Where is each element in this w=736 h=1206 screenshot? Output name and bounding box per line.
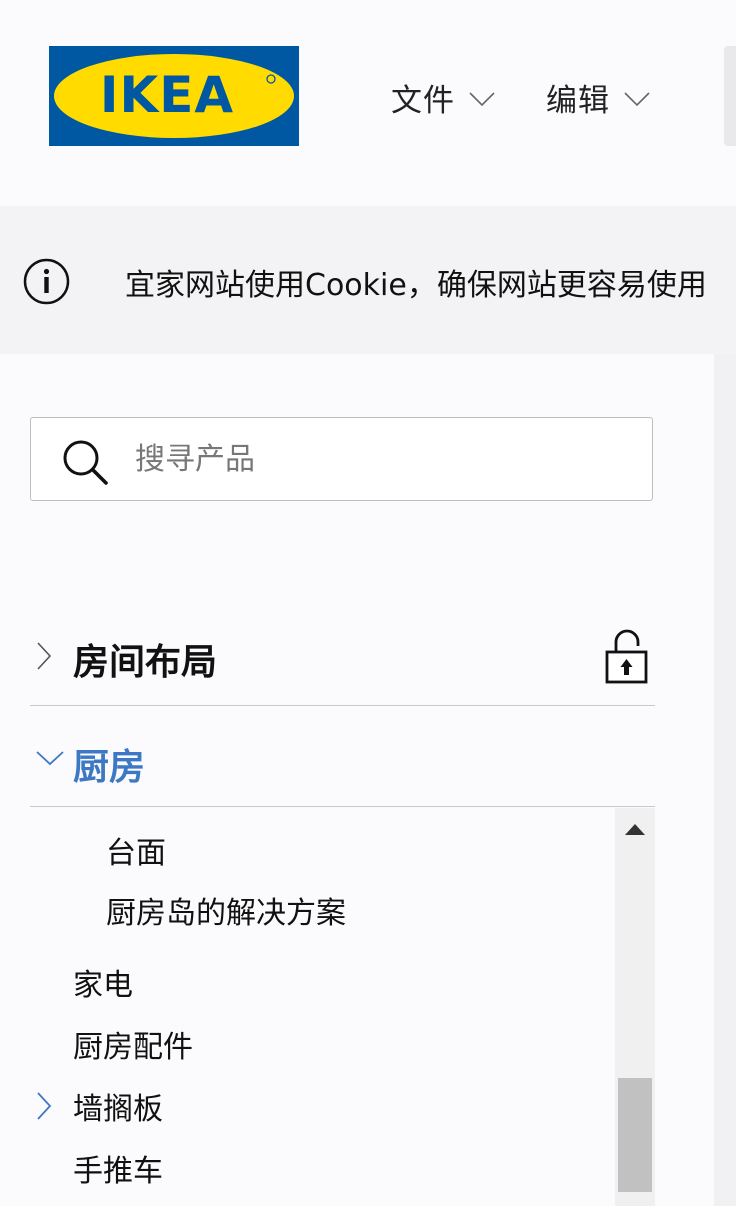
menu-file[interactable]: 文件	[391, 72, 495, 122]
chevron-right-icon	[36, 642, 52, 674]
scrollbar-thumb[interactable]	[618, 1078, 652, 1192]
nav-item-kitchen-label: 厨房	[73, 747, 146, 788]
list-item-kitchen-accessories[interactable]: 厨房配件	[73, 1022, 193, 1066]
search-box[interactable]	[30, 417, 653, 501]
list-item-appliances[interactable]: 家电	[73, 960, 133, 1004]
nav-item-room-layout[interactable]: 房间布局	[30, 606, 655, 706]
chevron-right-icon[interactable]	[36, 1092, 52, 1124]
list-item-wall-shelves[interactable]: 墙搁板	[73, 1084, 163, 1128]
panel-edge	[714, 354, 736, 1206]
search-icon[interactable]	[61, 438, 111, 488]
top-bar: IKEA 文件 编辑	[0, 0, 736, 206]
divider	[30, 806, 655, 807]
toolbar-edge[interactable]	[724, 46, 736, 146]
logo-text: IKEA	[100, 66, 234, 124]
scrollbar[interactable]	[615, 808, 655, 1206]
scroll-up-arrow-icon[interactable]	[625, 824, 645, 835]
menu-edit[interactable]: 编辑	[546, 72, 650, 122]
chevron-down-icon	[624, 79, 650, 115]
nav-item-kitchen[interactable]: 厨房	[30, 706, 655, 806]
menu-file-label: 文件	[391, 82, 455, 119]
list-item-countertops[interactable]: 台面	[106, 828, 166, 872]
ikea-logo[interactable]: IKEA	[49, 46, 299, 146]
list-item-trolleys[interactable]: 手推车	[73, 1146, 163, 1190]
cookie-banner-text: 宜家网站使用Cookie，确保网站更容易使用	[125, 268, 707, 303]
list-item-kitchen-island-solutions[interactable]: 厨房岛的解决方案	[106, 888, 346, 932]
cookie-banner: 宜家网站使用Cookie，确保网站更容易使用	[0, 206, 736, 354]
chevron-down-icon	[469, 79, 495, 115]
menu-edit-label: 编辑	[546, 82, 610, 119]
chevron-down-icon	[36, 750, 64, 770]
unlock-icon[interactable]	[604, 628, 650, 686]
info-icon	[23, 258, 70, 305]
search-input[interactable]	[135, 436, 625, 482]
kitchen-category-list[interactable]: 台面 厨房岛的解决方案 家电 厨房配件 墙搁板 手推车	[30, 808, 655, 1206]
nav-item-room-layout-label: 房间布局	[73, 642, 218, 683]
